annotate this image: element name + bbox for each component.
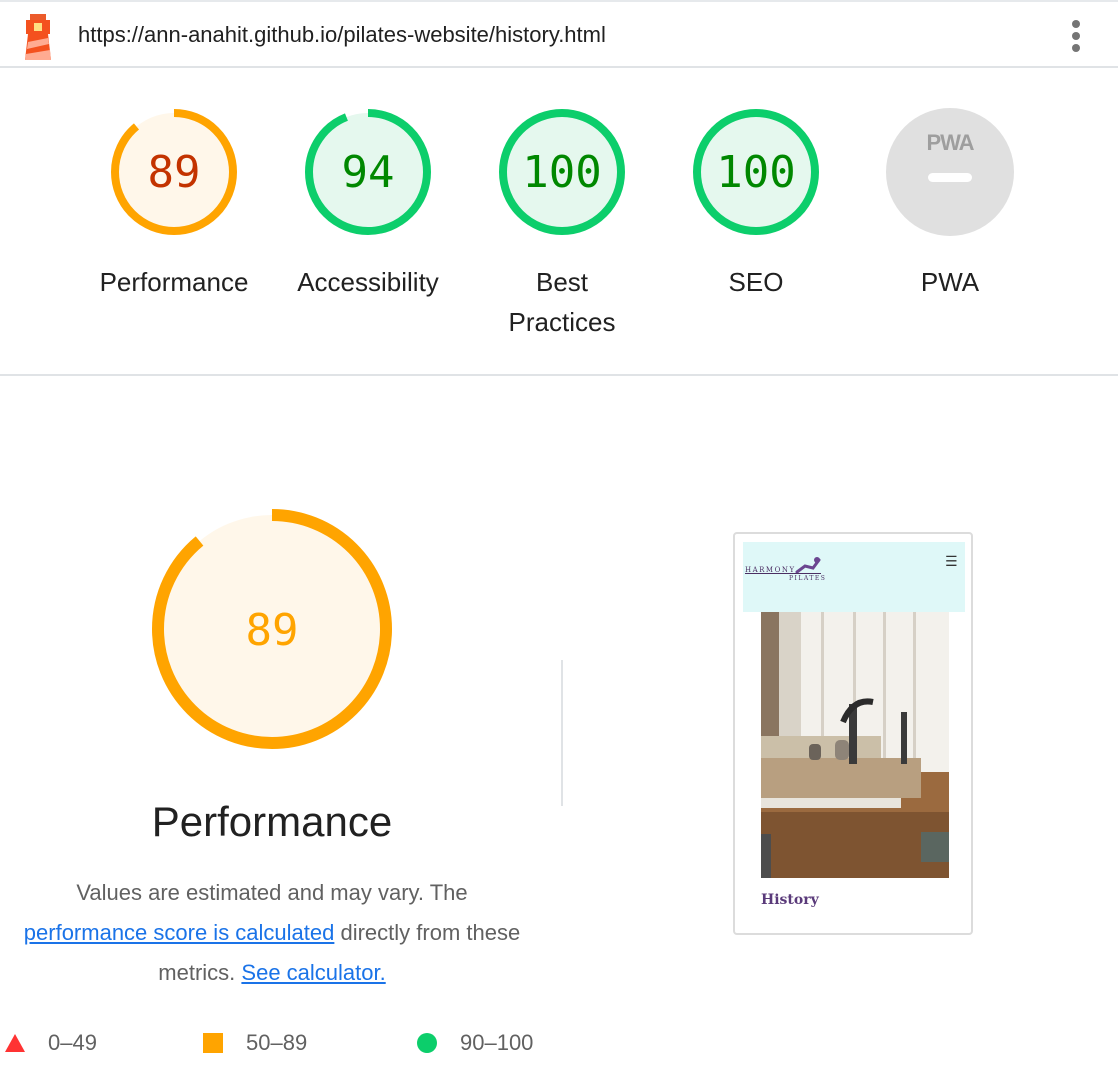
gauge-label-best-practices: Best Practices [508,267,616,337]
studio-photo-image [761,612,949,878]
accessibility-gauge-ring: 94 [305,109,431,235]
gauge-performance[interactable]: 89 Performance [77,106,271,302]
legend-fail-range: 0–49 [48,1030,97,1055]
performance-gauge-ring: 89 [111,109,237,235]
gauge-label-seo: SEO [728,267,784,297]
hamburger-icon: ☰ [945,553,958,569]
thumb-page-heading: History [761,892,819,908]
brand-divider [745,573,821,574]
seo-gauge-ring: 100 [693,109,819,235]
legend-fail: 0–49 [4,1030,97,1056]
performance-main-gauge: 89 [152,509,392,749]
best-practices-gauge-ring: 100 [499,109,625,235]
pwa-badge-icon: PWA [886,108,1014,236]
gauge-pwa[interactable]: PWA PWA [853,106,1047,302]
see-calculator-link[interactable]: See calculator. [241,960,385,985]
desc-text-prefix: Values are estimated and may vary. The [76,880,468,905]
section-divider [561,660,563,806]
legend-average-range: 50–89 [246,1030,308,1055]
brand-name-bottom: PILATES [789,575,827,582]
legend-pass: 90–100 [416,1030,533,1056]
best-practices-score: 100 [522,147,601,198]
gauge-accessibility[interactable]: 94 Accessibility [271,106,465,302]
score-legend: 0–49 50–89 90–100 [0,1024,600,1064]
pwa-badge-text: PWA [926,130,974,155]
square-icon [203,1033,223,1053]
pilates-figure-icon [795,557,821,574]
triangle-icon [5,1034,25,1052]
page-url[interactable]: https://ann-anahit.github.io/pilates-web… [78,22,606,48]
circle-icon [417,1033,437,1053]
score-calculated-link[interactable]: performance score is calculated [24,920,335,945]
gauge-label-performance: Performance [99,267,249,297]
category-gauges: 89 Performance 94 Accessibility 100 Best… [0,68,1118,376]
lighthouse-icon [25,14,51,60]
main-performance-score: 89 [246,605,299,656]
gauge-label-accessibility: Accessibility [297,267,439,297]
seo-score: 100 [716,147,795,198]
report-header: https://ann-anahit.github.io/pilates-web… [0,0,1118,68]
gauge-best-practices[interactable]: 100 Best Practices [465,106,659,342]
gauge-label-pwa: PWA [920,267,980,297]
performance-score: 89 [148,147,201,198]
legend-pass-range: 90–100 [460,1030,534,1055]
final-screenshot[interactable]: HARMONY PILATES ☰ History [733,532,973,935]
gauge-seo[interactable]: 100 SEO [659,106,853,302]
thumb-site-header: HARMONY PILATES ☰ [743,542,965,612]
category-title: Performance [151,798,393,845]
accessibility-score: 94 [342,147,395,198]
performance-description: Values are estimated and may vary. The p… [20,873,524,993]
kebab-menu-icon[interactable] [1062,18,1090,54]
legend-average: 50–89 [202,1030,307,1056]
